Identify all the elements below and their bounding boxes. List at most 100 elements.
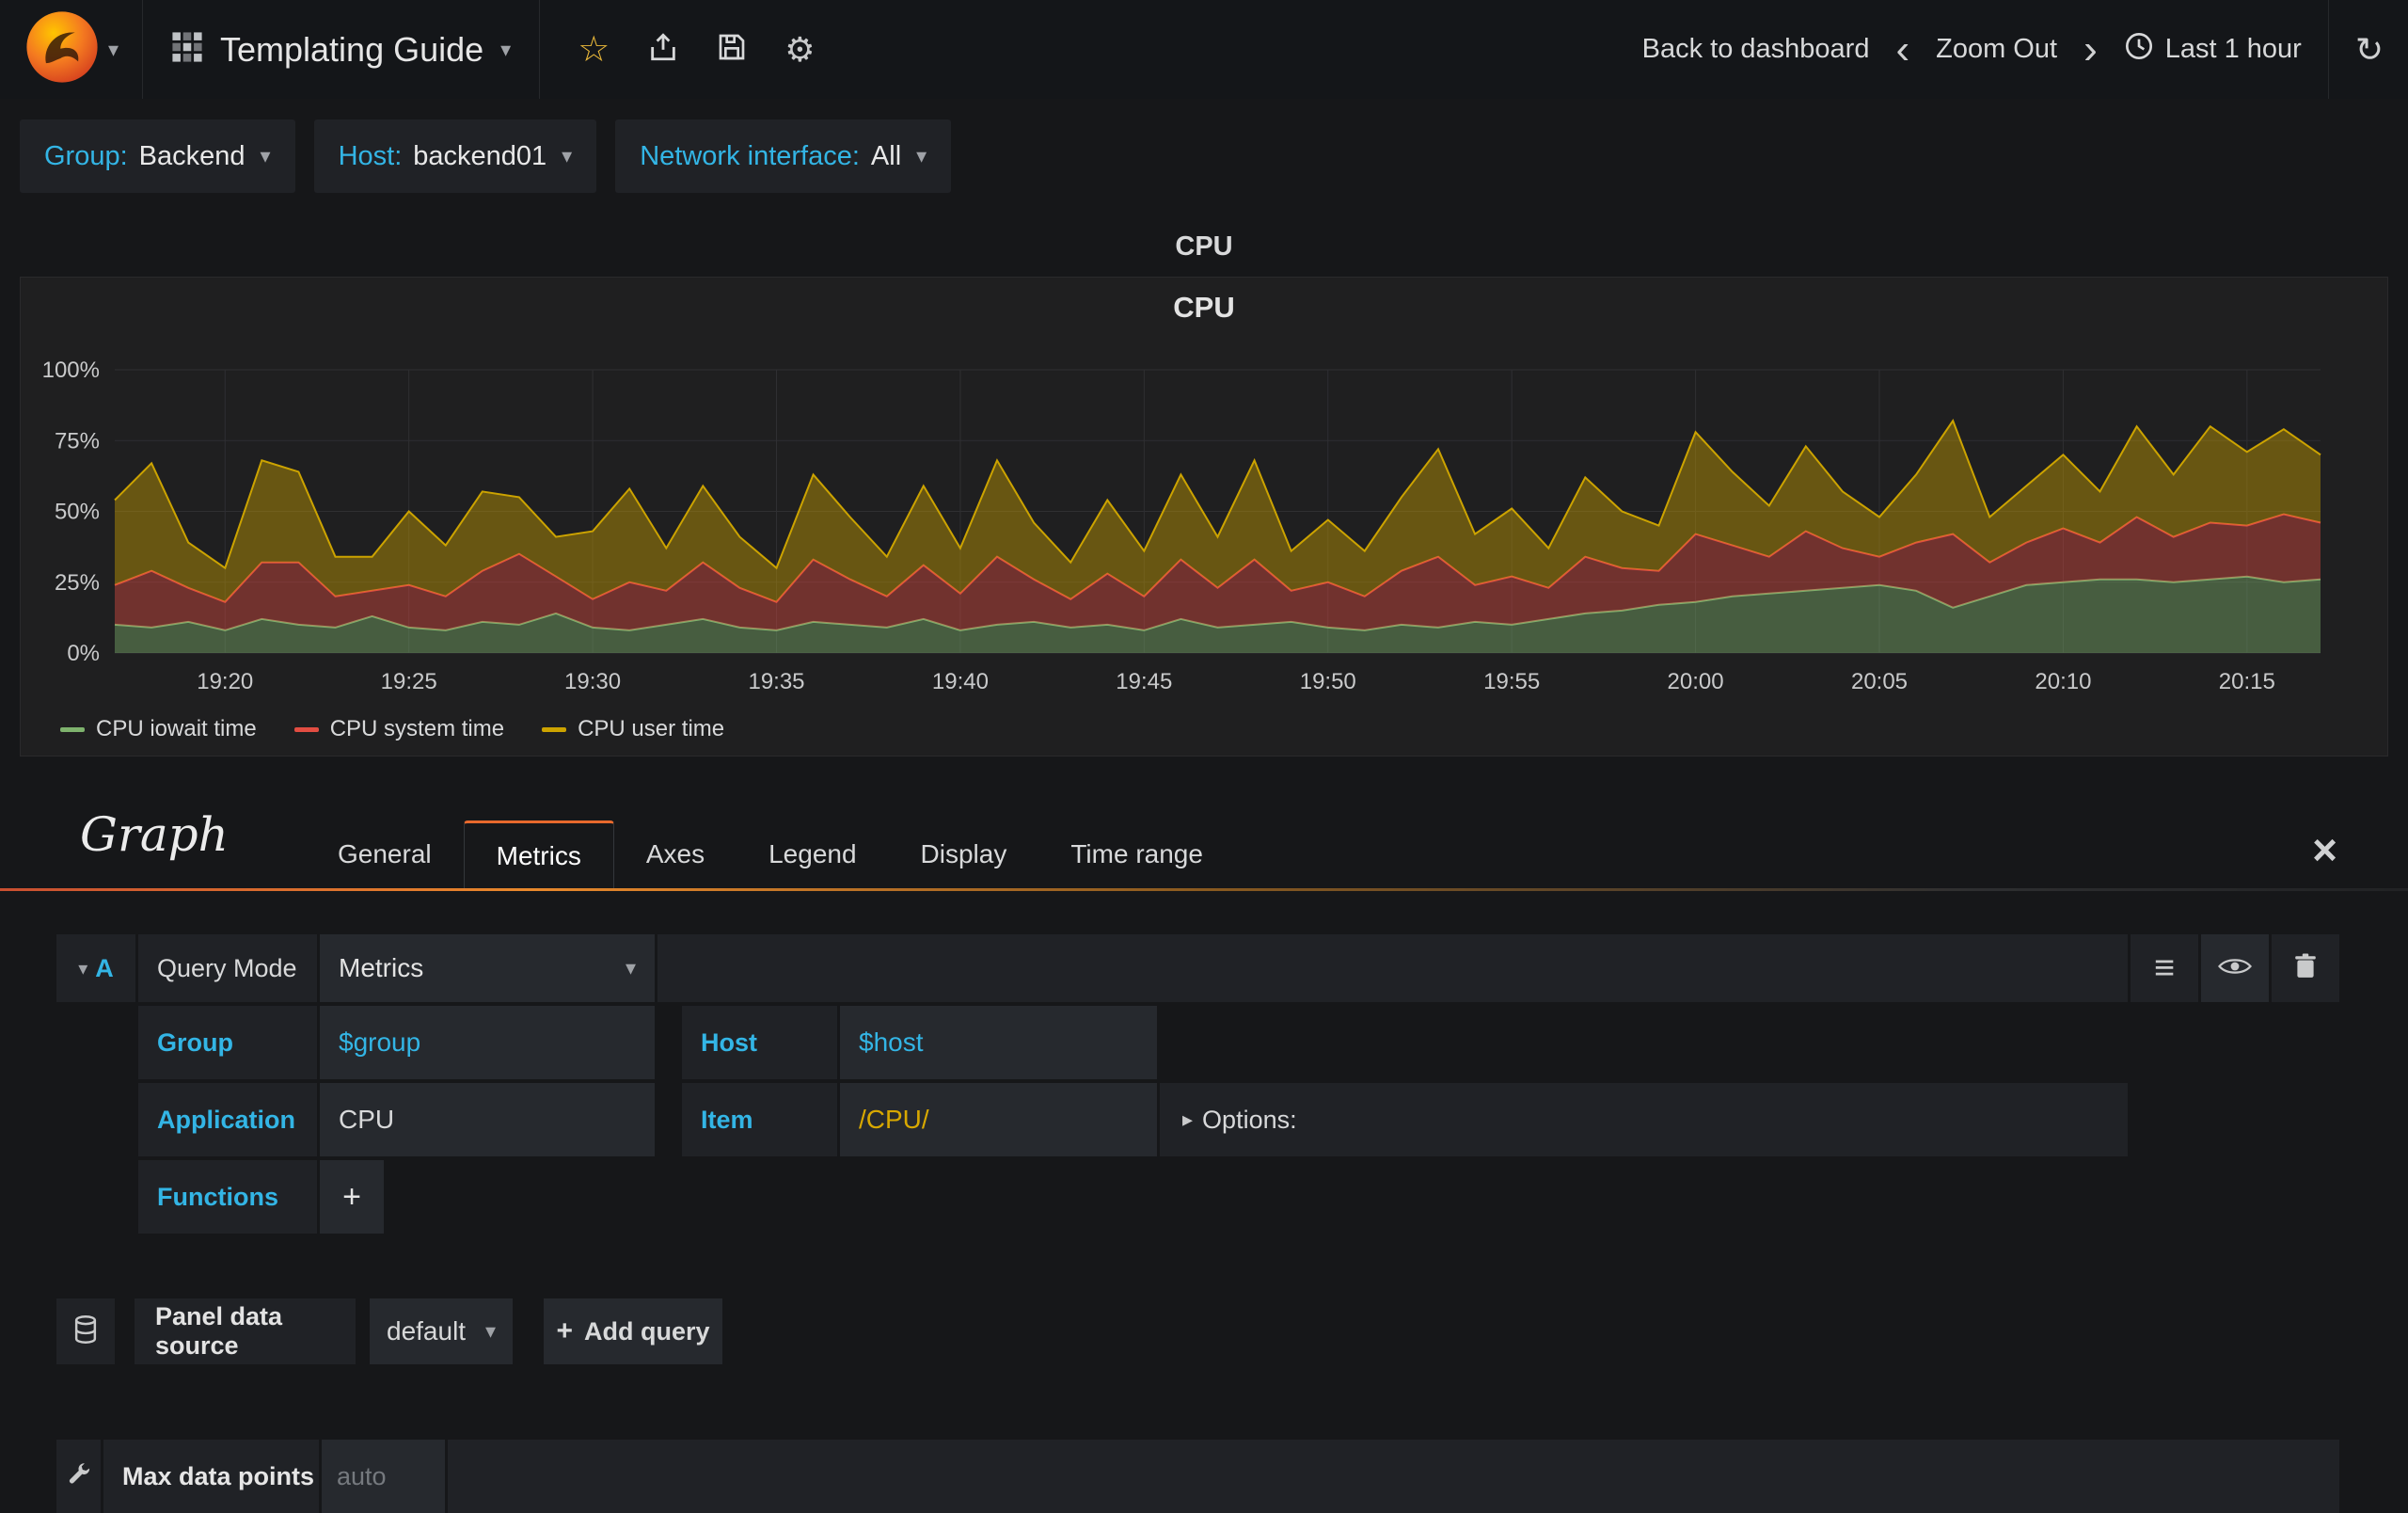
svg-text:25%: 25% bbox=[55, 570, 100, 596]
time-range-label: Last 1 hour bbox=[2164, 34, 2302, 64]
dashboard-title-menu[interactable]: Templating Guide ▾ bbox=[143, 0, 541, 99]
tab-axes[interactable]: Axes bbox=[614, 820, 737, 888]
share-icon[interactable] bbox=[647, 31, 679, 69]
query-delete-button[interactable] bbox=[2272, 934, 2339, 1002]
panel-datasource-label: Panel data source bbox=[135, 1298, 356, 1364]
legend-swatch bbox=[542, 726, 567, 732]
legend-item[interactable]: CPU iowait time bbox=[60, 716, 257, 742]
tab-display[interactable]: Display bbox=[889, 820, 1039, 888]
svg-text:19:35: 19:35 bbox=[748, 669, 804, 694]
legend-swatch bbox=[293, 726, 319, 732]
svg-text:0%: 0% bbox=[67, 641, 100, 666]
close-editor-icon[interactable]: × bbox=[2312, 828, 2337, 871]
collapse-caret-icon: ▾ bbox=[78, 958, 88, 979]
save-icon[interactable] bbox=[717, 32, 747, 68]
query-mode-value: Metrics bbox=[339, 953, 424, 982]
svg-text:20:05: 20:05 bbox=[1851, 669, 1908, 694]
host-field[interactable]: $host bbox=[840, 1006, 1157, 1079]
svg-text:20:15: 20:15 bbox=[2219, 669, 2275, 694]
query-header-row: ▾ A Query Mode Metrics ▾ ≡ bbox=[56, 934, 2339, 1002]
graph-legend: CPU iowait time CPU system time CPU user… bbox=[60, 716, 724, 742]
panel-type-label: Graph bbox=[80, 807, 229, 862]
group-label: Group bbox=[138, 1006, 317, 1079]
item-label: Item bbox=[682, 1083, 837, 1156]
svg-text:20:10: 20:10 bbox=[2035, 669, 2091, 694]
gear-icon[interactable]: ⚙ bbox=[784, 32, 815, 67]
nav-actions: ☆ ⚙ bbox=[540, 31, 852, 69]
item-field[interactable]: /CPU/ bbox=[840, 1083, 1157, 1156]
graph-title: CPU bbox=[1173, 291, 1235, 324]
svg-text:19:25: 19:25 bbox=[381, 669, 437, 694]
grafana-logo-menu[interactable]: ▾ bbox=[0, 0, 143, 99]
tab-legend[interactable]: Legend bbox=[737, 820, 888, 888]
add-function-button[interactable]: + bbox=[320, 1160, 384, 1234]
variable-label: Group: bbox=[44, 140, 128, 171]
back-to-dashboard-button[interactable]: Back to dashboard bbox=[1642, 34, 1870, 65]
wrench-icon-cell bbox=[56, 1440, 101, 1513]
max-data-points-input[interactable] bbox=[322, 1440, 445, 1513]
cpu-graph-plot[interactable]: 0% 25% 50% 75% 100% 19:20 19:25 19:30 19:35 19:40… bbox=[21, 332, 2389, 718]
navbar: ▾ Templating Guide ▾ ☆ ⚙ Back to dashboa… bbox=[0, 0, 2408, 99]
add-query-button[interactable]: + Add query bbox=[544, 1298, 722, 1364]
chevron-left-icon[interactable]: ‹ bbox=[1895, 28, 1909, 70]
caret-down-icon: ▾ bbox=[484, 1319, 496, 1343]
dashboard-grid-icon bbox=[171, 31, 203, 68]
add-query-label: Add query bbox=[584, 1316, 710, 1346]
bottom-row-filler bbox=[448, 1440, 2339, 1513]
cpu-graph-panel: CPU 0% 25% 50% 75% 100% 19:20 19:25 19:30 19:35 1… bbox=[20, 277, 2388, 756]
plus-icon: + bbox=[556, 1315, 573, 1346]
datasource-dropdown[interactable]: default ▾ bbox=[370, 1298, 513, 1364]
query-toggle-visibility-button[interactable] bbox=[2201, 934, 2269, 1002]
query-row-filler bbox=[657, 934, 2128, 1002]
variable-host-dropdown[interactable]: Host: backend01 ▾ bbox=[313, 119, 597, 193]
star-icon[interactable]: ☆ bbox=[578, 32, 610, 68]
query-ref-id: A bbox=[95, 953, 114, 982]
datasource-row: Panel data source default ▾ + Add query bbox=[56, 1298, 722, 1364]
caret-down-icon: ▾ bbox=[916, 144, 927, 167]
query-editor: ▾ A Query Mode Metrics ▾ ≡ Group $group … bbox=[56, 934, 2339, 1234]
legend-label: CPU system time bbox=[329, 716, 505, 741]
svg-text:19:45: 19:45 bbox=[1116, 669, 1172, 694]
max-data-points-row: Max data points bbox=[56, 1440, 2339, 1513]
clock-icon bbox=[2124, 31, 2154, 69]
zoom-out-button[interactable]: Zoom Out bbox=[1936, 34, 2057, 65]
logo-caret-icon: ▾ bbox=[107, 37, 119, 61]
legend-swatch bbox=[60, 726, 85, 732]
variable-netif-dropdown[interactable]: Network interface: All ▾ bbox=[615, 119, 952, 193]
query-collapse-toggle[interactable]: ▾ A bbox=[56, 934, 135, 1002]
grafana-logo-icon bbox=[24, 8, 101, 90]
variable-group-dropdown[interactable]: Group: Backend ▾ bbox=[20, 119, 295, 193]
chevron-right-icon[interactable]: › bbox=[2083, 28, 2098, 70]
datasource-value: default bbox=[387, 1316, 467, 1346]
variable-label: Host: bbox=[338, 140, 403, 171]
time-picker-button[interactable]: Last 1 hour bbox=[2124, 31, 2302, 69]
options-toggle[interactable]: ▸ Options: bbox=[1160, 1083, 2128, 1156]
tab-general[interactable]: General bbox=[306, 820, 464, 888]
hamburger-icon: ≡ bbox=[2153, 948, 2176, 988]
tab-metrics[interactable]: Metrics bbox=[463, 820, 614, 888]
caret-down-icon: ▾ bbox=[260, 144, 271, 167]
application-label: Application bbox=[138, 1083, 317, 1156]
group-field[interactable]: $group bbox=[320, 1006, 655, 1079]
variable-value: All bbox=[870, 140, 902, 171]
tab-time-range[interactable]: Time range bbox=[1038, 820, 1235, 888]
query-mode-dropdown[interactable]: Metrics ▾ bbox=[320, 934, 655, 1002]
options-label: Options: bbox=[1202, 1105, 1297, 1134]
query-group-host-row: Group $group Host $host bbox=[138, 1006, 2339, 1079]
trash-icon bbox=[2293, 953, 2318, 984]
nav-right: Back to dashboard ‹ Zoom Out › Last 1 ho… bbox=[1642, 0, 2408, 99]
host-label: Host bbox=[682, 1006, 837, 1079]
legend-item[interactable]: CPU user time bbox=[542, 716, 724, 742]
application-field[interactable]: CPU bbox=[320, 1083, 655, 1156]
query-menu-button[interactable]: ≡ bbox=[2131, 934, 2198, 1002]
svg-text:50%: 50% bbox=[55, 500, 100, 525]
panel-header-title[interactable]: CPU bbox=[0, 231, 2408, 263]
refresh-icon[interactable]: ↻ bbox=[2355, 30, 2384, 70]
tabbar-accent-line bbox=[0, 888, 2408, 891]
caret-down-icon: ▾ bbox=[625, 956, 636, 979]
title-caret-icon: ▾ bbox=[500, 37, 512, 61]
nav-divider bbox=[2327, 0, 2329, 99]
wrench-icon bbox=[66, 1461, 92, 1492]
variable-value: Backend bbox=[138, 140, 246, 171]
legend-item[interactable]: CPU system time bbox=[293, 716, 505, 742]
